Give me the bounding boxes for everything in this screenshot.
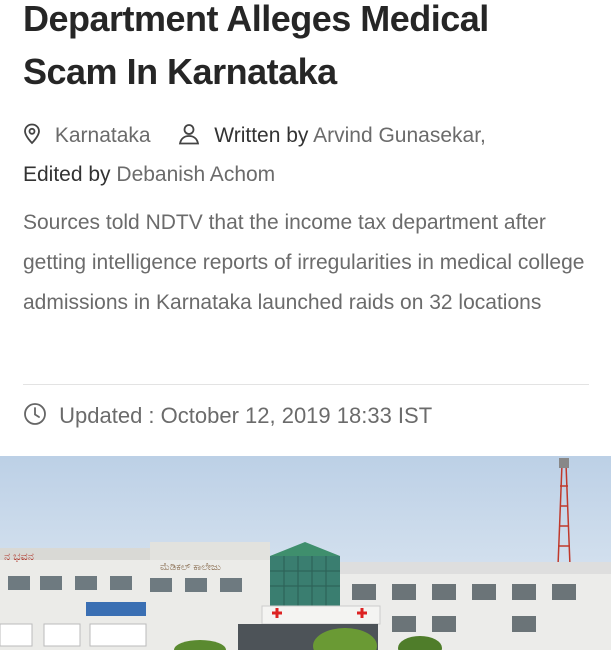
article-headline: Department Alleges Medical Scam In Karna…: [23, 0, 603, 98]
clock-icon: [23, 403, 59, 428]
article-meta: Karnataka Written by Arvind Gunasekar, E…: [23, 116, 603, 194]
meta-line-2: Edited by Debanish Achom: [23, 155, 603, 194]
svg-text:ನ ಭವನ: ನ ಭವನ: [4, 551, 34, 563]
updated-text: Updated : October 12, 2019 18:33 IST: [59, 403, 433, 428]
article-photo[interactable]: ನ ಭವನ ಮೆಡಿಕಲ್ ಕಾಲೇಜು: [0, 456, 611, 650]
hospital-building-image: ನ ಭವನ ಮೆಡಿಕಲ್ ಕಾಲೇಜು: [0, 456, 611, 650]
written-by-label: Written by: [214, 124, 309, 147]
location-link[interactable]: Karnataka: [55, 124, 151, 147]
edited-by-label: Edited by: [23, 163, 111, 186]
article-summary: Sources told NDTV that the income tax de…: [23, 211, 585, 314]
headline-line-1: Department Alleges Medical: [23, 0, 489, 39]
updated-timestamp: Updated : October 12, 2019 18:33 IST: [23, 402, 432, 429]
person-icon: [178, 124, 206, 147]
editor-link[interactable]: Debanish Achom: [116, 163, 275, 186]
svg-text:ಮೆಡಿಕಲ್ ಕಾಲೇಜು: ಮೆಡಿಕಲ್ ಕಾಲೇಜು: [160, 562, 221, 573]
divider: [23, 384, 589, 385]
author-link[interactable]: Arvind Gunasekar,: [313, 124, 486, 147]
location-pin-icon: [23, 123, 47, 147]
meta-line-1: Karnataka Written by Arvind Gunasekar,: [23, 116, 603, 155]
headline-line-2: Scam In Karnataka: [23, 51, 337, 92]
